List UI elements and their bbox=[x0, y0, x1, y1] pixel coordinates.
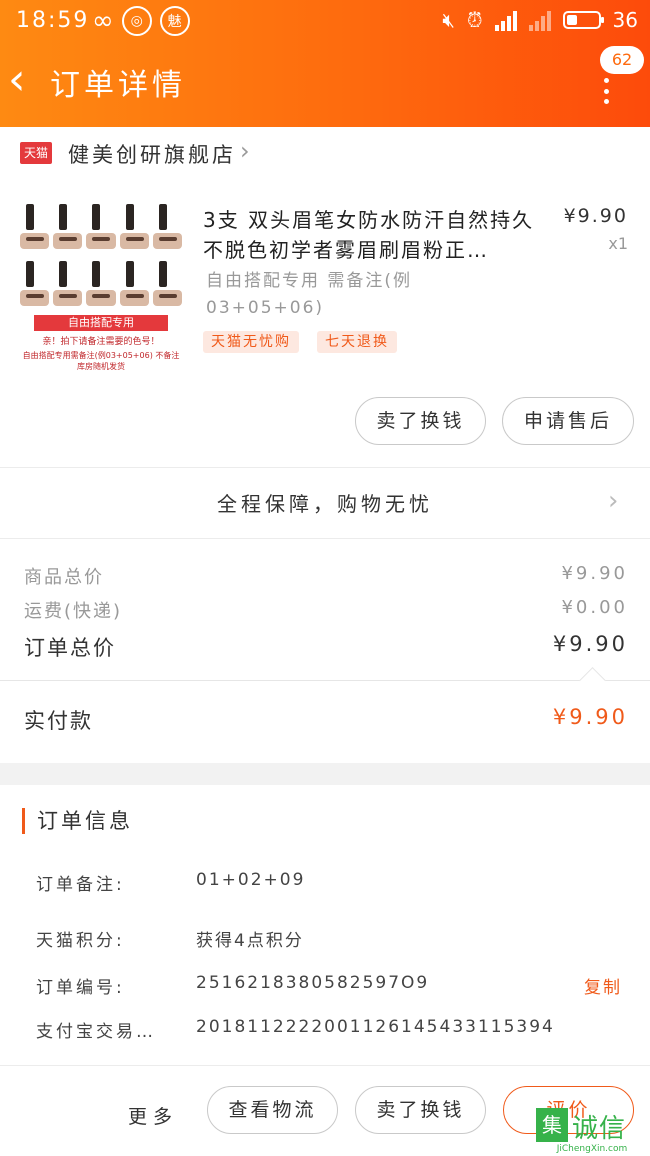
battery-icon bbox=[562, 11, 604, 29]
battery-level: 36 bbox=[612, 8, 638, 32]
copy-order-number-button[interactable]: 复制 bbox=[584, 973, 622, 998]
infinity-icon: ∞ bbox=[92, 6, 114, 36]
sell-for-cash-button[interactable]: 卖了换钱 bbox=[355, 397, 486, 445]
back-arrow-icon[interactable]: ‹ bbox=[8, 58, 44, 106]
product-title[interactable]: 3支 双头眉笔女防水防汗自然持久不脱色初学者雾眉刷眉粉正… bbox=[203, 205, 548, 265]
watermark-url: JiChengXin.com bbox=[556, 1144, 628, 1154]
alipay-trade-value: 2018112222001126145433115394 bbox=[196, 1017, 555, 1037]
product-promo-small: 自由搭配专用需备注(例03+05+06) 不备注库房随机发货 bbox=[22, 351, 180, 371]
tmall-points-value: 获得4点积分 bbox=[196, 931, 304, 951]
product-quantity: x1 bbox=[608, 234, 628, 253]
shipping-value: ¥0.00 bbox=[561, 597, 628, 618]
tmall-points-label: 天猫积分: bbox=[36, 931, 125, 951]
page-title: 订单详情 bbox=[50, 68, 186, 103]
product-image[interactable]: 自由搭配专用 亲！拍下请备注需要的色号！ 自由搭配专用需备注(例03+05+06… bbox=[20, 200, 182, 371]
mute-icon: 🔇︎ bbox=[442, 8, 455, 32]
guarantee-row[interactable]: 全程保障，购物无忧 › bbox=[0, 468, 650, 538]
section-separator bbox=[0, 763, 650, 785]
header: 18:59 ∞ ◎ 魅 🔇︎ ⏰︎ 36 ‹ 订单详情 62 bbox=[0, 0, 650, 127]
meizu-icon: 魅 bbox=[159, 6, 190, 36]
more-button[interactable]: 更多 bbox=[128, 1102, 178, 1129]
signal-icon bbox=[528, 9, 551, 31]
store-row[interactable]: 天猫 健美创研旗舰店 › bbox=[0, 127, 650, 181]
order-total-value: ¥9.90 bbox=[552, 632, 628, 656]
aperture-icon: ◎ bbox=[121, 6, 152, 36]
tmall-logo: 天猫 bbox=[20, 142, 52, 164]
view-logistics-button[interactable]: 查看物流 bbox=[207, 1086, 338, 1134]
status-icons-right: 🔇︎ ⏰︎ 36 bbox=[442, 8, 638, 32]
paid-label: 实付款 bbox=[24, 709, 93, 733]
store-name[interactable]: 健美创研旗舰店 bbox=[68, 139, 236, 169]
product-spec: 自由搭配专用 需备注(例03+05+06) bbox=[206, 271, 413, 318]
tag-tmall-worry-free: 天猫无忧购 bbox=[203, 331, 299, 353]
product-promo-sub: 亲！拍下请备注需要的色号！ bbox=[42, 337, 160, 347]
apply-after-sale-button[interactable]: 申请售后 bbox=[502, 397, 634, 445]
chevron-right-icon: › bbox=[608, 486, 619, 516]
paid-value: ¥9.90 bbox=[552, 705, 628, 729]
order-total-label: 订单总价 bbox=[24, 636, 116, 660]
notification-badge[interactable]: 62 bbox=[600, 46, 644, 74]
order-info-title: 订单信息 bbox=[22, 808, 133, 834]
divider bbox=[0, 680, 650, 681]
alarm-icon: ⏰︎ bbox=[466, 8, 483, 32]
alipay-trade-label: 支付宝交易… bbox=[36, 1022, 156, 1042]
guarantee-text: 全程保障，购物无忧 bbox=[217, 492, 433, 516]
tag-seven-day-return: 七天退换 bbox=[317, 331, 397, 353]
status-icons-left: ∞ ◎ 魅 bbox=[92, 6, 190, 36]
order-note-value: 01+02+09 bbox=[196, 870, 306, 890]
goods-total-label: 商品总价 bbox=[24, 567, 104, 588]
product-price: ¥9.90 bbox=[563, 205, 628, 227]
order-number-label: 订单编号: bbox=[36, 978, 125, 998]
product-promo-title: 自由搭配专用 bbox=[34, 315, 168, 331]
caret-up-icon bbox=[579, 667, 606, 694]
product-swatches bbox=[20, 200, 182, 310]
chevron-right-icon: › bbox=[240, 137, 250, 165]
watermark-text: 诚信 bbox=[572, 1114, 627, 1144]
more-vertical-icon[interactable] bbox=[598, 78, 614, 104]
status-bar: 18:59 ∞ ◎ 魅 🔇︎ ⏰︎ 36 bbox=[0, 0, 650, 44]
order-note-label: 订单备注: bbox=[36, 875, 125, 895]
status-time: 18:59 bbox=[16, 8, 90, 33]
sell-for-cash-button[interactable]: 卖了换钱 bbox=[355, 1086, 486, 1134]
signal-4g-icon bbox=[494, 9, 517, 31]
goods-total-value: ¥9.90 bbox=[561, 563, 628, 584]
watermark: 集 诚信 JiChengXin.com bbox=[536, 1108, 648, 1154]
watermark-logo: 集 bbox=[536, 1108, 568, 1142]
shipping-label: 运费(快递) bbox=[24, 601, 123, 622]
order-number-value: 2516218380582597O9 bbox=[196, 973, 430, 993]
divider bbox=[0, 538, 650, 539]
